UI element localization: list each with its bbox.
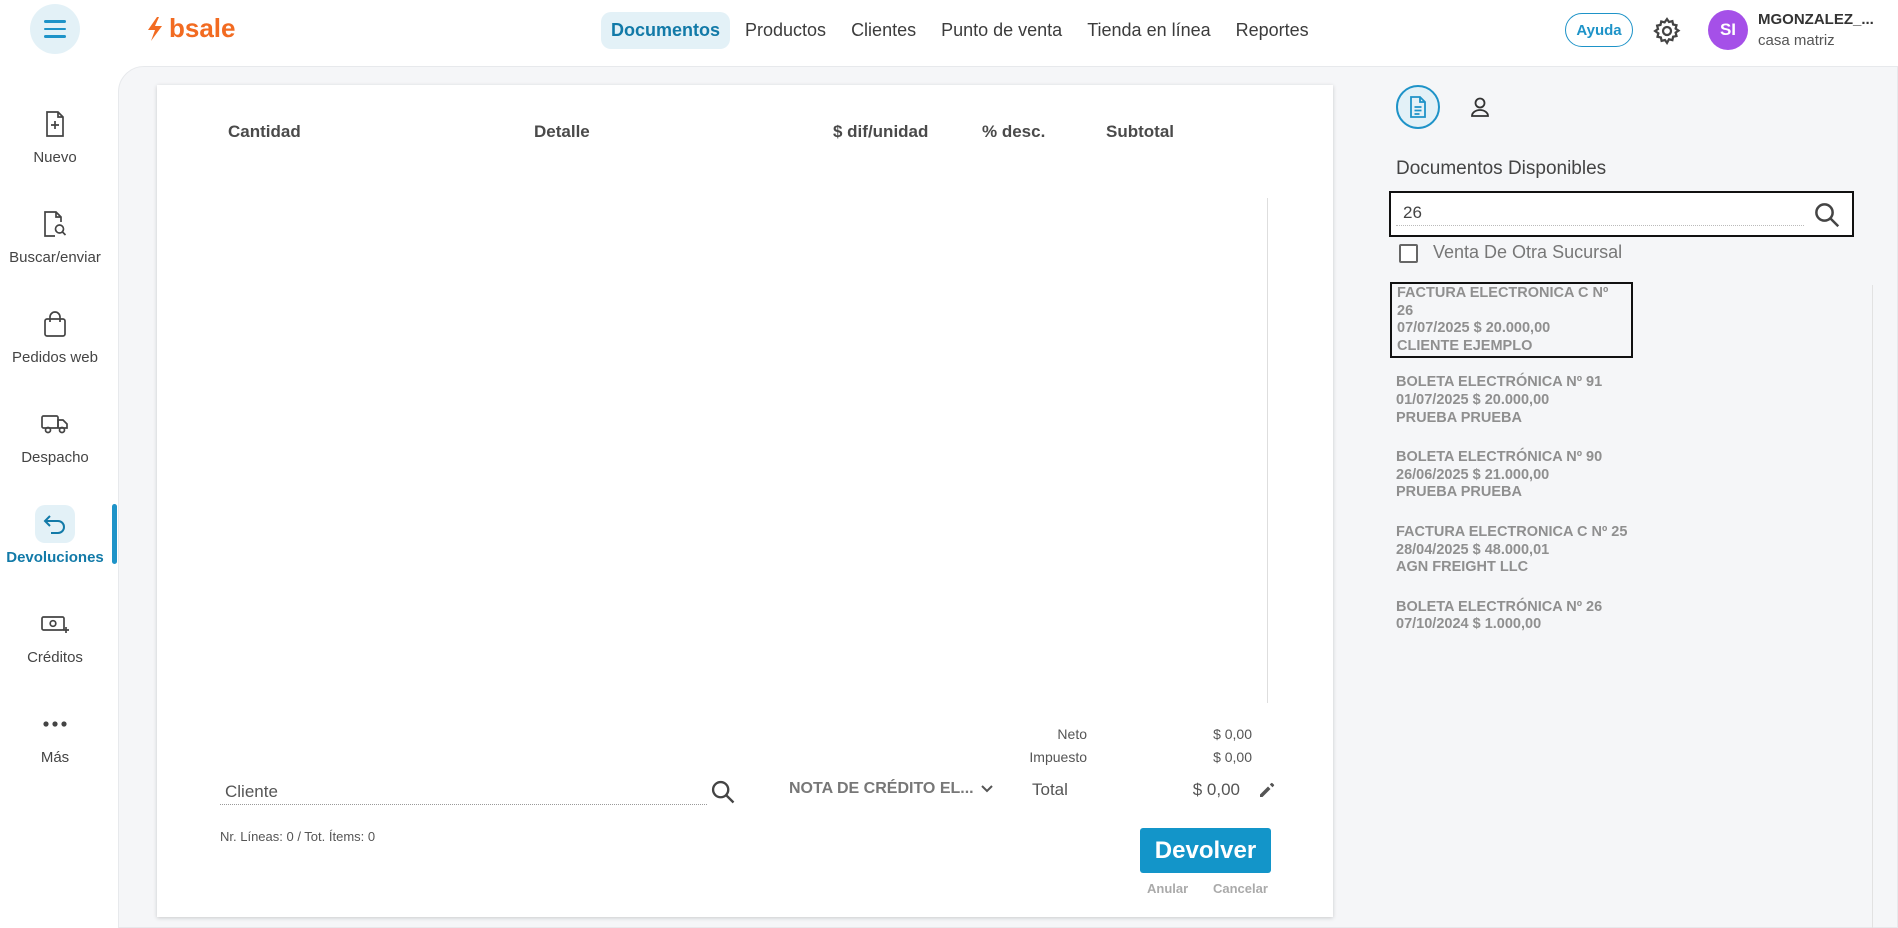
neto-value: $ 0,00 [1213,726,1252,742]
doc-client: PRUEBA PRUEBA [1396,409,1522,426]
total-label: Total [1032,780,1068,799]
sidebar-item-label: Buscar/enviar [9,249,101,266]
document-type-select[interactable]: NOTA DE CRÉDITO EL... [789,780,994,798]
file-plus-icon [35,105,75,143]
nav-documentos[interactable]: Documentos [601,12,731,49]
list-item[interactable]: FACTURA ELECTRONICA C Nº 25 28/04/2025 $… [1390,522,1690,579]
user-icon [1471,97,1489,117]
neto-label: Neto [1057,726,1087,742]
sidebar-item-creditos[interactable]: Créditos [0,605,110,666]
sidebar-item-label: Devoluciones [6,549,104,566]
other-branch-checkbox[interactable] [1399,244,1418,263]
hamburger-icon [44,18,66,41]
impuesto-value: $ 0,00 [1213,749,1252,765]
brand-logo[interactable]: bsale [145,13,236,44]
sidebar-item-label: Nuevo [33,149,77,166]
sidebar-item-buscar-enviar[interactable]: Buscar/enviar [0,205,110,266]
nav-clientes[interactable]: Clientes [841,12,926,49]
sidebar-item-pedidos-web[interactable]: Pedidos web [0,305,110,366]
sidebar-item-label: Créditos [27,649,83,666]
sidebar-item-nuevo[interactable]: Nuevo [0,105,110,166]
column-header-dif-unidad: $ dif/unidad [833,122,929,141]
pencil-icon[interactable] [1257,780,1277,800]
file-search-icon [35,205,75,243]
more-dots-icon [35,705,75,743]
doc-title: BOLETA ELECTRÓNICA Nº 26 [1396,598,1603,615]
doc-title: BOLETA ELECTRÓNICA Nº 90 [1396,449,1603,466]
column-header-desc: % desc. [982,122,1046,141]
doc-date-amount: 07/10/2024 $ 1.000,00 [1396,616,1542,633]
list-item[interactable]: BOLETA ELECTRÓNICA Nº 26 07/10/2024 $ 1.… [1390,597,1690,636]
doc-client: PRUEBA PRUEBA [1396,484,1522,501]
gear-icon[interactable] [1652,16,1682,46]
sidebar: Nuevo Buscar/enviar Pedidos web Despacho… [0,60,118,928]
doc-client: CLIENTE EJEMPLO [1397,337,1533,354]
tab-client[interactable] [1462,89,1498,125]
list-scrollbar-track [1872,285,1873,928]
document-list: FACTURA ELECTRONICA C Nº 26 07/07/2025 $… [1390,282,1690,654]
sidebar-item-label: Más [40,749,70,766]
list-item[interactable]: BOLETA ELECTRÓNICA Nº 90 26/06/2025 $ 21… [1390,447,1690,504]
sidebar-item-label: Despacho [21,449,89,466]
tab-documents[interactable] [1396,85,1440,129]
doc-date-amount: 26/06/2025 $ 21.000,00 [1396,466,1550,483]
shopping-bag-icon [35,305,75,343]
available-documents-title: Documentos Disponibles [1396,158,1607,179]
table-scrollbar-track [1267,198,1268,703]
document-icon [1410,96,1426,118]
sidebar-item-mas[interactable]: Más [0,705,110,766]
devolver-button[interactable]: Devolver [1140,828,1271,873]
impuesto-label: Impuesto [1029,749,1087,765]
nav-tienda-en-linea[interactable]: Tienda en línea [1077,12,1220,49]
avatar[interactable]: SI [1708,10,1748,50]
return-arrow-icon [35,505,75,543]
doc-title: BOLETA ELECTRÓNICA Nº 91 [1396,374,1603,391]
main-nav: Documentos Productos Clientes Punto de v… [601,12,1324,49]
sidebar-item-despacho[interactable]: Despacho [0,405,110,466]
client-input[interactable] [220,779,707,805]
nav-reportes[interactable]: Reportes [1226,12,1319,49]
search-icon[interactable] [709,778,737,806]
column-header-cantidad: Cantidad [228,122,301,141]
nav-punto-de-venta[interactable]: Punto de venta [931,12,1072,49]
user-branch: casa matriz [1758,32,1835,49]
column-header-subtotal: Subtotal [1106,122,1174,141]
anular-link[interactable]: Anular [1147,881,1188,896]
list-item[interactable]: BOLETA ELECTRÓNICA Nº 91 01/07/2025 $ 20… [1390,372,1690,429]
user-name[interactable]: MGONZALEZ_... [1758,11,1883,28]
doc-date-amount: 01/07/2025 $ 20.000,00 [1396,391,1550,408]
column-header-detalle: Detalle [534,122,590,141]
help-button[interactable]: Ayuda [1565,13,1633,47]
chevron-down-icon [980,785,993,793]
doc-title: FACTURA ELECTRONICA C Nº 26 [1397,285,1609,319]
active-indicator [112,504,117,564]
other-branch-label: Venta De Otra Sucursal [1433,242,1623,262]
doc-title: FACTURA ELECTRONICA C Nº 25 [1396,523,1628,540]
document-type-value: NOTA DE CRÉDITO EL... [789,780,974,797]
sidebar-item-label: Pedidos web [12,349,98,366]
brand-name: bsale [169,13,236,43]
document-search-input[interactable] [1396,200,1804,226]
menu-button[interactable] [30,4,80,54]
lines-info: Nr. Líneas: 0 / Tot. Ítems: 0 [220,829,376,844]
list-item[interactable]: FACTURA ELECTRONICA C Nº 26 07/07/2025 $… [1390,282,1633,359]
doc-date-amount: 28/04/2025 $ 48.000,01 [1396,541,1550,558]
top-bar: bsale Documentos Productos Clientes Punt… [0,0,1898,60]
bolt-icon [148,16,162,41]
money-plus-icon [35,605,75,643]
doc-date-amount: 07/07/2025 $ 20.000,00 [1397,320,1551,337]
sidebar-item-devoluciones[interactable]: Devoluciones [0,505,110,566]
cancelar-link[interactable]: Cancelar [1213,881,1268,896]
search-icon[interactable] [1812,200,1842,230]
nav-productos[interactable]: Productos [735,12,836,49]
doc-client: AGN FREIGHT LLC [1396,559,1529,576]
total-value: $ 0,00 [1192,780,1240,799]
truck-icon [35,405,75,443]
